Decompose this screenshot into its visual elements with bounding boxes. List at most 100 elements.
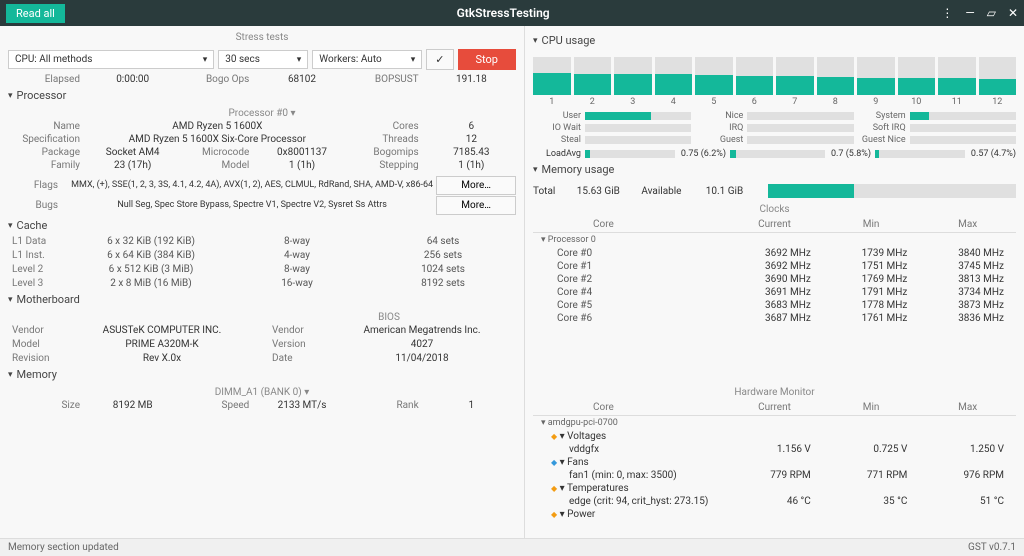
diamond-icon: ◆ <box>551 484 557 493</box>
microcode-value: 0x8001137 <box>257 147 346 158</box>
bios-vendor-label: Vendor <box>268 325 328 336</box>
package-value: Socket AM4 <box>88 147 177 158</box>
cpu-bar: 5 <box>695 57 733 107</box>
steal-bar <box>585 136 691 144</box>
hwmon-dev-toggle[interactable]: ▾ amdgpu-pci-0700 <box>533 416 1016 430</box>
family-value: 23 (17h) <box>88 160 177 171</box>
hw-row: vddgfx1.156 V0.725 V1.250 V <box>533 443 1016 456</box>
flags-value: MMX, (+), SSE(1, 2, 3, 3S, 4.1, 4.2, 4A)… <box>68 180 436 190</box>
steal-label: Steal <box>533 135 581 145</box>
clock-row: Core #53683 MHz1778 MHz3873 MHz <box>533 299 1016 312</box>
spec-value: AMD Ryzen 5 1600X Six-Core Processor <box>88 134 347 145</box>
iowait-label: IO Wait <box>533 123 581 133</box>
cache-header[interactable]: ▾Cache <box>8 215 516 236</box>
clock-row: Core #43691 MHz1791 MHz3734 MHz <box>533 286 1016 299</box>
elapsed-label: Elapsed <box>8 74 88 85</box>
mem-speed-value: 2133 MT/s <box>257 400 346 411</box>
cpu-bar: 7 <box>776 57 814 107</box>
mb-rev-label: Revision <box>8 353 68 364</box>
mem-rank-label: Rank <box>347 400 427 411</box>
bios-version-label: Version <box>268 339 328 350</box>
maximize-icon[interactable]: ▱ <box>987 6 996 20</box>
cpu-method-select[interactable]: CPU: All methods▾ <box>8 50 214 69</box>
guest-bar <box>747 136 853 144</box>
bogo-label: Bogo Ops <box>177 74 257 85</box>
cpu-bar: 10 <box>898 57 936 107</box>
bogomips-value: 7185.43 <box>427 147 516 158</box>
app-title: GtkStressTesting <box>65 6 941 20</box>
stop-button[interactable]: Stop <box>458 49 516 70</box>
cache-sets: 1024 sets <box>370 264 516 275</box>
fans-toggle[interactable]: ◆ ▾ Fans <box>533 457 726 468</box>
loadavg-15: 0.57 (4.7%) <box>875 149 1016 159</box>
clocks-header: Clocks <box>533 202 1016 217</box>
mem-avail-label: Available <box>641 186 681 197</box>
duration-select[interactable]: 30 secs▾ <box>218 50 308 69</box>
nice-label: Nice <box>695 111 743 121</box>
model-value: 1 (1h) <box>257 160 346 171</box>
processor-selector[interactable]: Processor #0 ▾ <box>8 106 516 121</box>
cpu-bar: 6 <box>736 57 774 107</box>
diamond-icon: ◆ <box>551 432 557 441</box>
cache-size: 6 x 32 KiB (192 KiB) <box>78 236 224 247</box>
cpu-usage-header[interactable]: ▾CPU usage <box>533 30 1016 51</box>
clock-row: Core #63687 MHz1761 MHz3836 MHz <box>533 312 1016 325</box>
cpu-bar: 11 <box>938 57 976 107</box>
clocks-columns: CoreCurrentMinMax <box>533 217 1016 233</box>
clock-row: Core #13692 MHz1751 MHz3745 MHz <box>533 260 1016 273</box>
cache-sets: 64 sets <box>370 236 516 247</box>
clocks-proc-toggle[interactable]: ▾ Processor 0 <box>533 233 1016 247</box>
mem-speed-label: Speed <box>177 400 257 411</box>
dimm-selector[interactable]: DIMM_A1 (BANK 0) ▾ <box>8 385 516 400</box>
read-all-button[interactable]: Read all <box>6 4 65 23</box>
power-toggle[interactable]: ◆ ▾ Power <box>533 509 726 520</box>
cpu-bar: 2 <box>574 57 612 107</box>
close-icon[interactable]: ✕ <box>1008 6 1018 20</box>
cache-way: 4-way <box>224 250 370 261</box>
mem-usage-header[interactable]: ▾Memory usage <box>533 159 1016 180</box>
mobo-header[interactable]: ▾Motherboard <box>8 289 516 310</box>
mem-size-value: 8192 MB <box>88 400 177 411</box>
elapsed-value: 0:00:00 <box>88 74 177 85</box>
cpu-bar: 3 <box>614 57 652 107</box>
menu-icon[interactable]: ⋮ <box>941 6 953 20</box>
mb-vendor-value: ASUSTeK COMPUTER INC. <box>68 325 256 336</box>
bios-date-label: Date <box>268 353 328 364</box>
bugs-label: Bugs <box>8 200 68 211</box>
cache-way: 16-way <box>224 278 370 289</box>
mb-vendor-label: Vendor <box>8 325 68 336</box>
cache-row-label: L1 Inst. <box>8 250 78 261</box>
temps-toggle[interactable]: ◆ ▾ Temperatures <box>533 483 726 494</box>
confirm-check[interactable]: ✓ <box>426 49 453 70</box>
mem-total-label: Total <box>533 186 555 197</box>
spec-label: Specification <box>8 134 88 145</box>
loadavg-1: 0.75 (6.2%) <box>585 149 726 159</box>
threads-label: Threads <box>347 134 427 145</box>
clock-row: Core #23690 MHz1769 MHz3813 MHz <box>533 273 1016 286</box>
flags-label: Flags <box>8 180 68 191</box>
chevron-down-icon: ▾ <box>8 370 13 380</box>
model-label: Model <box>177 160 257 171</box>
diamond-icon: ◆ <box>551 458 557 467</box>
cpu-bar: 9 <box>857 57 895 107</box>
irq-label: IRQ <box>695 123 743 133</box>
cache-sets: 256 sets <box>370 250 516 261</box>
bugs-more-button[interactable]: More… <box>436 196 516 215</box>
clock-row: Core #03692 MHz1739 MHz3840 MHz <box>533 247 1016 260</box>
cache-row-label: L1 Data <box>8 236 78 247</box>
memory-header[interactable]: ▾Memory <box>8 364 516 385</box>
flags-more-button[interactable]: More… <box>436 176 516 195</box>
cache-size: 2 x 8 MiB (16 MiB) <box>78 278 224 289</box>
cpu-bar: 12 <box>979 57 1017 107</box>
workers-select[interactable]: Workers: Auto▾ <box>312 50 422 69</box>
stress-header: Stress tests <box>8 30 516 45</box>
iowait-bar <box>585 124 691 132</box>
guest-label: Guest <box>695 135 743 145</box>
minimize-icon[interactable]: — <box>965 6 974 20</box>
mb-model-label: Model <box>8 339 68 350</box>
nice-bar <box>747 112 853 120</box>
processor-header[interactable]: ▾Processor <box>8 85 516 106</box>
chevron-down-icon: ▾ <box>533 165 538 175</box>
voltages-toggle[interactable]: ◆ ▾ Voltages <box>533 431 726 442</box>
hw-row: fan1 (min: 0, max: 3500)779 RPM771 RPM97… <box>533 469 1016 482</box>
